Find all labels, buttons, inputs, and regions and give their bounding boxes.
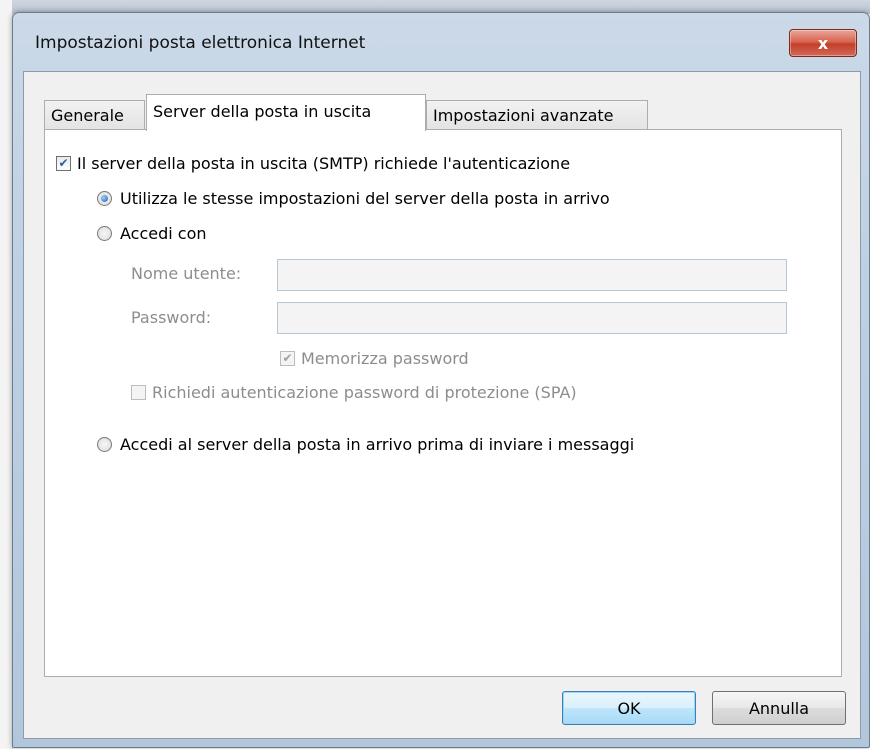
password-label-text: Password:	[131, 308, 212, 327]
username-field[interactable]	[277, 259, 787, 291]
ok-button[interactable]: OK	[562, 691, 696, 725]
remember-password-checkbox[interactable]: ✔	[280, 351, 295, 366]
settings-dialog: Impostazioni posta elettronica Internet …	[12, 12, 870, 748]
spa-checkbox[interactable]	[131, 385, 146, 400]
remember-password-row[interactable]: ✔ Memorizza password	[280, 349, 469, 368]
same-settings-radio[interactable]	[97, 191, 112, 206]
login-before-send-radio[interactable]	[97, 437, 112, 452]
smtp-auth-row[interactable]: ✔ Il server della posta in uscita (SMTP)…	[56, 154, 570, 173]
outgoing-server-panel: ✔ Il server della posta in uscita (SMTP)…	[44, 129, 842, 677]
tab-outgoing-server[interactable]: Server della posta in uscita	[146, 94, 426, 131]
password-label: Password:	[131, 308, 211, 327]
same-settings-option[interactable]: Utilizza le stesse impostazioni del serv…	[97, 189, 610, 208]
spa-row[interactable]: Richiedi autenticazione password di prot…	[131, 383, 577, 402]
spa-label: Richiedi autenticazione password di prot…	[152, 383, 577, 402]
tab-generale[interactable]: Generale	[44, 100, 145, 130]
username-label: Nome utente:	[131, 264, 241, 283]
tab-advanced-settings[interactable]: Impostazioni avanzate	[426, 100, 648, 130]
password-field[interactable]	[277, 302, 787, 334]
tab-advanced-settings-label: Impostazioni avanzate	[433, 106, 614, 125]
remember-password-label: Memorizza password	[301, 349, 469, 368]
login-with-option[interactable]: Accedi con	[97, 224, 207, 243]
smtp-auth-label: Il server della posta in uscita (SMTP) r…	[77, 154, 571, 173]
login-with-radio[interactable]	[97, 226, 112, 241]
login-before-send-label: Accedi al server della posta in arrivo p…	[120, 435, 635, 454]
ok-button-label: OK	[617, 698, 641, 718]
cancel-button[interactable]: Annulla	[712, 691, 846, 725]
dialog-body: Generale Server della posta in uscita Im…	[23, 71, 861, 739]
same-settings-label: Utilizza le stesse impostazioni del serv…	[120, 189, 610, 208]
tab-outgoing-server-label: Server della posta in uscita	[153, 102, 372, 121]
smtp-auth-checkbox[interactable]: ✔	[56, 156, 71, 171]
username-label-text: Nome utente:	[131, 264, 242, 283]
tab-generale-label: Generale	[51, 106, 124, 125]
cancel-button-label: Annulla	[748, 698, 810, 718]
close-button[interactable]: x	[789, 29, 857, 57]
close-icon: x	[817, 33, 829, 53]
login-with-label: Accedi con	[120, 224, 207, 243]
dialog-title: Impostazioni posta elettronica Internet	[35, 33, 366, 53]
login-before-send-option[interactable]: Accedi al server della posta in arrivo p…	[97, 435, 634, 454]
